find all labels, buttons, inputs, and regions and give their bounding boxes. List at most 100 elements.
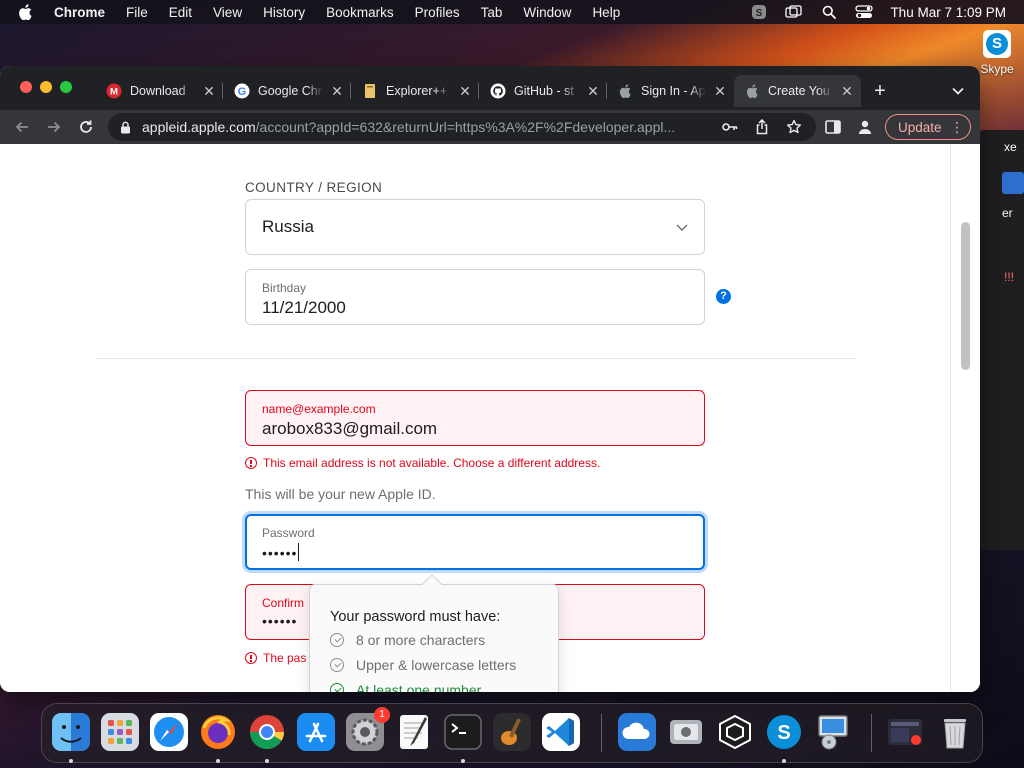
- tab-separator: [478, 83, 479, 99]
- tab-title: Explorer++: [386, 84, 448, 98]
- window-zoom-button[interactable]: [60, 81, 72, 93]
- control-center-icon[interactable]: [855, 4, 874, 20]
- skype-menubar-icon[interactable]: S: [750, 4, 768, 20]
- page-scrollbar[interactable]: [950, 144, 980, 692]
- new-tab-button[interactable]: +: [868, 80, 892, 102]
- background-window[interactable]: xe er !!!: [978, 130, 1024, 550]
- share-icon[interactable]: [754, 119, 770, 135]
- garageband-icon[interactable]: [491, 711, 533, 753]
- check-circle-icon: [330, 683, 344, 692]
- app-store-icon[interactable]: [295, 711, 337, 753]
- dock: 1 S: [41, 703, 983, 763]
- tab-download[interactable]: M Download ✕: [96, 75, 223, 107]
- tab-close-icon[interactable]: ✕: [201, 83, 217, 100]
- menu-view[interactable]: View: [213, 5, 242, 20]
- vscode-icon[interactable]: [540, 711, 582, 753]
- launchpad-icon[interactable]: [99, 711, 141, 753]
- menu-tab[interactable]: Tab: [481, 5, 503, 20]
- textedit-icon[interactable]: [393, 711, 435, 753]
- disk-utility-icon[interactable]: [665, 711, 707, 753]
- tab-separator: [350, 83, 351, 99]
- address-bar[interactable]: appleid.apple.com/account?appId=632&retu…: [108, 113, 816, 141]
- scrollbar-thumb[interactable]: [961, 222, 970, 370]
- tab-strip: M Download ✕ G Google Chr ✕ Explorer++ ✕: [0, 66, 980, 110]
- tab-close-icon[interactable]: ✕: [585, 83, 601, 100]
- tab-google-chrome[interactable]: G Google Chr ✕: [224, 75, 351, 107]
- tab-title: Google Chr: [258, 84, 322, 98]
- menu-bookmarks[interactable]: Bookmarks: [326, 5, 394, 20]
- forward-button[interactable]: [42, 115, 66, 139]
- more-menu-icon[interactable]: ⋮: [950, 119, 964, 135]
- email-error-text: This email address is not available. Cho…: [263, 456, 601, 470]
- terminal-icon[interactable]: [442, 711, 484, 753]
- tab-create-apple-id[interactable]: Create You ✕: [734, 75, 861, 107]
- key-icon[interactable]: [722, 119, 738, 135]
- profile-avatar-icon[interactable]: [853, 115, 877, 139]
- virtualbox-icon[interactable]: [714, 711, 756, 753]
- lock-icon[interactable]: [120, 121, 132, 134]
- screen-mirroring-icon[interactable]: [785, 4, 803, 20]
- notification-badge: 1: [374, 707, 390, 723]
- tab-close-icon[interactable]: ✕: [839, 83, 855, 100]
- confirm-password-value: ••••••: [262, 613, 298, 629]
- dock-separator: [871, 714, 872, 752]
- menubar-clock[interactable]: Thu Mar 7 1:09 PM: [890, 5, 1006, 20]
- screenshot-icon[interactable]: [884, 711, 926, 753]
- apple-menu-icon[interactable]: [18, 4, 36, 20]
- tab-close-icon[interactable]: ✕: [712, 83, 728, 100]
- help-icon[interactable]: ?: [716, 289, 731, 304]
- desktop-skype-shortcut[interactable]: S Skype: [977, 30, 1017, 76]
- menu-help[interactable]: Help: [592, 5, 620, 20]
- password-field[interactable]: Password ••••••: [245, 514, 705, 570]
- tab-close-icon[interactable]: ✕: [457, 83, 473, 100]
- menu-app-name[interactable]: Chrome: [54, 5, 105, 20]
- confirm-password-error-message: The pas: [245, 651, 306, 665]
- window-close-button[interactable]: [20, 81, 32, 93]
- tab-github[interactable]: GitHub - st ✕: [480, 75, 607, 107]
- update-button[interactable]: Update ⋮: [885, 114, 971, 140]
- menu-file[interactable]: File: [126, 5, 148, 20]
- tab-search-chevron-icon[interactable]: [946, 80, 970, 102]
- back-button[interactable]: [10, 115, 34, 139]
- menu-history[interactable]: History: [263, 5, 305, 20]
- explorer-icon: [362, 83, 378, 99]
- installer-icon[interactable]: [812, 711, 854, 753]
- spotlight-search-icon[interactable]: [820, 4, 838, 20]
- apple-icon: [617, 83, 633, 99]
- safari-icon[interactable]: [148, 711, 190, 753]
- email-label: name@example.com: [262, 402, 376, 416]
- menu-window[interactable]: Window: [523, 5, 571, 20]
- tab-sign-in-apple[interactable]: Sign In - Ap ✕: [607, 75, 734, 107]
- tab-title: Create You: [768, 84, 830, 98]
- svg-text:G: G: [238, 86, 247, 98]
- chrome-icon[interactable]: [246, 711, 288, 753]
- finder-icon[interactable]: [50, 711, 92, 753]
- system-preferences-icon[interactable]: 1: [344, 707, 390, 753]
- menu-edit[interactable]: Edit: [169, 5, 192, 20]
- apple-icon: [744, 83, 760, 99]
- bookmark-star-icon[interactable]: [786, 119, 802, 135]
- icloud-icon[interactable]: [616, 711, 658, 753]
- url-host: appleid.apple.com: [142, 119, 256, 135]
- country-region-value: Russia: [262, 217, 314, 236]
- country-region-select[interactable]: Russia: [245, 199, 705, 255]
- reload-button[interactable]: [74, 115, 98, 139]
- menu-profiles[interactable]: Profiles: [415, 5, 460, 20]
- birthday-label: Birthday: [262, 281, 307, 295]
- tab-explorer-plus[interactable]: Explorer++ ✕: [352, 75, 479, 107]
- email-field[interactable]: name@example.com arobox833@gmail.com: [245, 390, 705, 446]
- skype-icon[interactable]: S: [763, 711, 805, 753]
- trash-icon[interactable]: [934, 711, 976, 753]
- url-text: appleid.apple.com/account?appId=632&retu…: [142, 119, 712, 135]
- tab-close-icon[interactable]: ✕: [329, 83, 345, 100]
- browser-toolbar: appleid.apple.com/account?appId=632&retu…: [0, 110, 980, 144]
- firefox-icon[interactable]: [197, 711, 239, 753]
- requirement-text: 8 or more characters: [356, 632, 486, 648]
- birthday-field[interactable]: Birthday 11/21/2000: [245, 269, 705, 325]
- update-button-label: Update: [898, 119, 942, 135]
- tab-title: Sign In - Ap: [641, 84, 706, 98]
- birthday-value: 11/21/2000: [262, 298, 346, 317]
- dock-separator: [601, 714, 602, 752]
- window-minimize-button[interactable]: [40, 81, 52, 93]
- side-panel-icon[interactable]: [821, 115, 845, 139]
